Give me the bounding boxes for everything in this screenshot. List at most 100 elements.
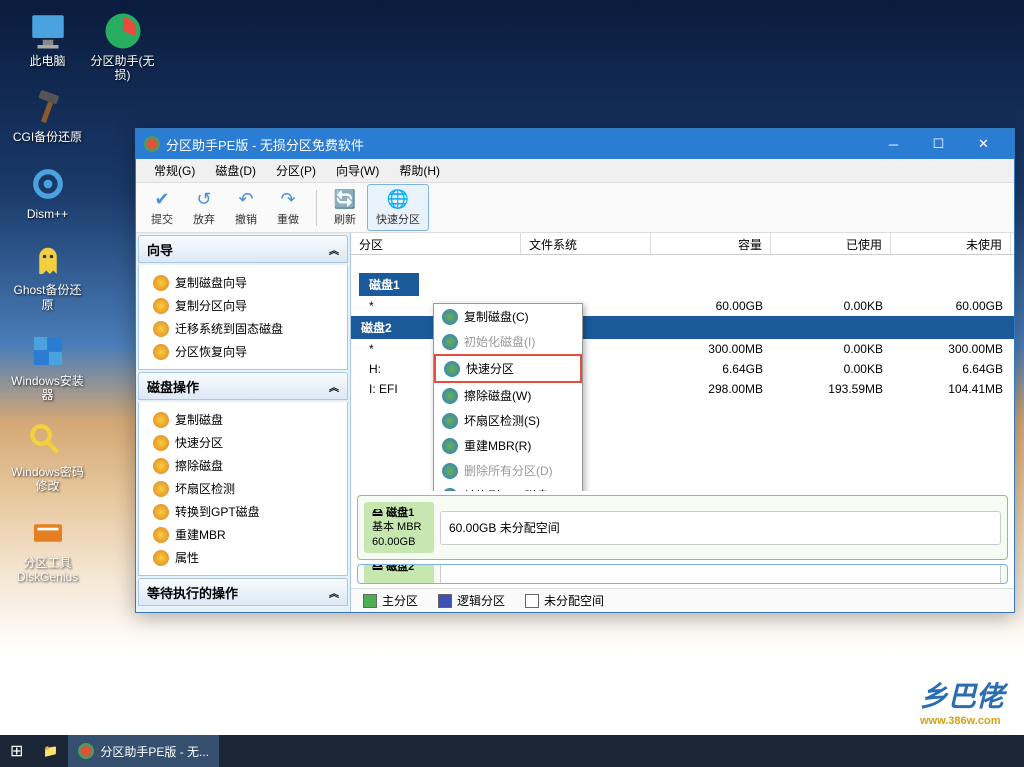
context-menu-item[interactable]: 擦除磁盘(W) <box>434 383 582 408</box>
desktop-icon-hammer[interactable]: CGI备份还原 <box>10 86 85 144</box>
sidebar-item[interactable]: 复制分区向导 <box>139 294 347 317</box>
gear-icon <box>27 163 69 205</box>
context-menu-item: 删除所有分区(D) <box>434 458 582 483</box>
chevron-up-icon: ︽ <box>329 379 339 394</box>
sidebar-panel-header[interactable]: 向导︽ <box>138 235 348 263</box>
watermark: 乡巴佬 www.386w.com <box>920 675 1004 727</box>
sidebar-item[interactable]: 坏扇区检测 <box>139 477 347 500</box>
table-column-header[interactable]: 已使用 <box>771 233 891 254</box>
toolbar-commit-button[interactable]: ✔提交 <box>142 184 182 231</box>
menubar: 常规(G)磁盘(D)分区(P)向导(W)帮助(H) <box>136 159 1014 183</box>
disk-map[interactable]: 🖴 磁盘1基本 MBR60.00GB60.00GB 未分配空间 <box>357 495 1008 560</box>
action-icon <box>153 550 169 566</box>
taskbar-app-active[interactable]: 分区助手PE版 - 无... <box>68 735 219 767</box>
menu-item[interactable]: 帮助(H) <box>389 160 450 181</box>
legend-item: 逻辑分区 <box>438 592 505 609</box>
disk-header[interactable]: 磁盘1 <box>359 273 419 296</box>
chevron-up-icon: ︽ <box>329 242 339 257</box>
disk-map[interactable]: 🖴 磁盘2 <box>357 564 1008 584</box>
minimize-button[interactable]: ─ <box>871 129 916 159</box>
action-icon <box>442 438 458 454</box>
sidebar-item[interactable]: 复制磁盘向导 <box>139 271 347 294</box>
legend-item: 主分区 <box>363 592 418 609</box>
discard-icon: ↺ <box>193 188 215 210</box>
action-icon <box>153 504 169 520</box>
context-menu-item[interactable]: 转换到GPT磁盘(O) <box>434 483 582 491</box>
quickpart-icon: 🌐 <box>387 188 409 210</box>
desktop-icon-win-install[interactable]: Windows安装器 <box>10 330 85 403</box>
desktop-icon-computer[interactable]: 此电脑 <box>10 10 85 68</box>
table-column-header[interactable]: 文件系统 <box>521 233 651 254</box>
toolbar-discard-button[interactable]: ↺放弃 <box>184 184 224 231</box>
context-menu-item[interactable]: 复制磁盘(C) <box>434 304 582 329</box>
close-button[interactable]: ✕ <box>961 129 1006 159</box>
win-install-icon <box>27 330 69 372</box>
sidebar-item[interactable]: 转换到GPT磁盘 <box>139 500 347 523</box>
action-icon <box>153 344 169 360</box>
disk-map-bar[interactable] <box>440 564 1001 584</box>
action-icon <box>442 334 458 350</box>
toolbar-quickpart-button[interactable]: 🌐快速分区 <box>367 184 429 231</box>
table-column-header[interactable]: 未使用 <box>891 233 1011 254</box>
key-icon <box>27 421 69 463</box>
partition-icon <box>102 10 144 52</box>
action-icon <box>442 488 458 492</box>
sidebar-item[interactable]: 迁移系统到固态磁盘 <box>139 317 347 340</box>
context-menu-item[interactable]: 快速分区 <box>434 354 582 383</box>
disk-map-bar[interactable]: 60.00GB 未分配空间 <box>440 511 1001 545</box>
toolbar-undo-button[interactable]: ↶撤销 <box>226 184 266 231</box>
context-menu-item[interactable]: 坏扇区检测(S) <box>434 408 582 433</box>
disk-map-label: 🖴 磁盘1基本 MBR60.00GB <box>364 502 434 553</box>
desktop-icons: 此电脑分区助手(无损)CGI备份还原Dism++Ghost备份还原Windows… <box>10 10 85 584</box>
sidebar-item[interactable]: 快速分区 <box>139 431 347 454</box>
sidebar-panel-header[interactable]: 等待执行的操作︽ <box>138 578 348 606</box>
desktop-icon-key[interactable]: Windows密码修改 <box>10 421 85 494</box>
menu-item[interactable]: 分区(P) <box>266 160 326 181</box>
sidebar-item[interactable]: 复制磁盘 <box>139 408 347 431</box>
redo-icon: ↷ <box>277 188 299 210</box>
menu-item[interactable]: 常规(G) <box>144 160 205 181</box>
toolbar-refresh-button[interactable]: 🔄刷新 <box>325 184 365 231</box>
content-area: 向导︽复制磁盘向导复制分区向导迁移系统到固态磁盘分区恢复向导磁盘操作︽复制磁盘快… <box>136 233 1014 612</box>
toolbar: ✔提交↺放弃↶撤销↷重做 🔄刷新🌐快速分区 <box>136 183 1014 233</box>
action-icon <box>153 435 169 451</box>
context-menu-item: 初始化磁盘(I) <box>434 329 582 354</box>
desktop-icon-partition[interactable]: 分区助手(无损) <box>85 10 160 83</box>
context-menu-item[interactable]: 重建MBR(R) <box>434 433 582 458</box>
table-body: 磁盘1*60.00GB0.00KB60.00GB磁盘2*300.00MB0.00… <box>351 255 1014 491</box>
legend: 主分区 逻辑分区 未分配空间 <box>351 588 1014 612</box>
titlebar[interactable]: 分区助手PE版 - 无损分区免费软件 ─ ☐ ✕ <box>136 129 1014 159</box>
legend-swatch <box>438 594 452 608</box>
desktop-icon-gear[interactable]: Dism++ <box>10 163 85 221</box>
desktop-icon-diskgenius[interactable]: 分区工具DiskGenius <box>10 512 85 585</box>
maximize-button[interactable]: ☐ <box>916 129 961 159</box>
sidebar-panel-header[interactable]: 磁盘操作︽ <box>138 372 348 400</box>
table-column-header[interactable]: 分区 <box>351 233 521 254</box>
sidebar-item[interactable]: 擦除磁盘 <box>139 454 347 477</box>
action-icon <box>153 527 169 543</box>
context-menu: 复制磁盘(C)初始化磁盘(I)快速分区擦除磁盘(W)坏扇区检测(S)重建MBR(… <box>433 303 583 491</box>
taskbar: ⊞ 📁 分区助手PE版 - 无... <box>0 735 1024 767</box>
action-icon <box>442 413 458 429</box>
action-icon <box>444 361 460 377</box>
disk-maps: 🖴 磁盘1基本 MBR60.00GB60.00GB 未分配空间 🖴 磁盘2 <box>351 491 1014 588</box>
action-icon <box>153 298 169 314</box>
app-icon <box>144 136 160 152</box>
ghost-icon <box>27 239 69 281</box>
menu-item[interactable]: 向导(W) <box>326 160 389 181</box>
action-icon <box>153 412 169 428</box>
toolbar-redo-button[interactable]: ↷重做 <box>268 184 308 231</box>
menu-item[interactable]: 磁盘(D) <box>205 160 266 181</box>
table-column-header[interactable]: 容量 <box>651 233 771 254</box>
taskbar-explorer[interactable]: 📁 <box>33 735 68 767</box>
main-area: 分区文件系统容量已使用未使用 磁盘1*60.00GB0.00KB60.00GB磁… <box>351 233 1014 612</box>
sidebar-item[interactable]: 重建MBR <box>139 523 347 546</box>
action-icon <box>153 458 169 474</box>
legend-item: 未分配空间 <box>525 592 604 609</box>
sidebar-item[interactable]: 分区恢复向导 <box>139 340 347 363</box>
hammer-icon <box>27 86 69 128</box>
disk-map-label: 🖴 磁盘2 <box>364 564 434 584</box>
sidebar-item[interactable]: 属性 <box>139 546 347 569</box>
start-button[interactable]: ⊞ <box>0 735 33 767</box>
desktop-icon-ghost[interactable]: Ghost备份还原 <box>10 239 85 312</box>
